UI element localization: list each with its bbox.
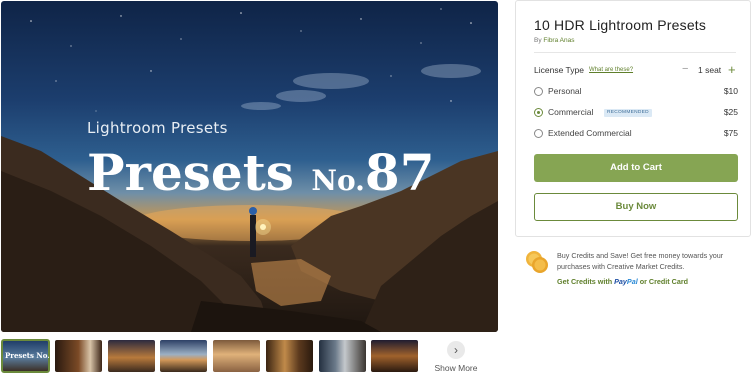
paypal-pal: Pal bbox=[626, 277, 638, 286]
get-credits-prefix: Get Credits with bbox=[557, 277, 613, 286]
get-credits-link[interactable]: Get Credits with PayPal or Credit Card bbox=[557, 277, 688, 286]
add-to-cart-button[interactable]: Add to Cart bbox=[534, 154, 738, 182]
license-option-extended-commercial[interactable]: Extended Commercial $75 bbox=[534, 127, 738, 141]
author-link[interactable]: Fibra Anas bbox=[543, 37, 574, 44]
thumbnail-4[interactable] bbox=[160, 340, 207, 372]
hero-title: Presets No.87 bbox=[87, 142, 435, 212]
seat-decrement-button[interactable]: − bbox=[682, 63, 688, 75]
product-byline: By Fibra Anas bbox=[534, 37, 574, 44]
license-option-price: $75 bbox=[723, 128, 738, 138]
show-more-label: Show More bbox=[434, 363, 478, 373]
credits-promo: Buy Credits and Save! Get free money tow… bbox=[525, 250, 751, 290]
paypal-logo: PayPal bbox=[614, 277, 638, 286]
radio-extended-commercial[interactable] bbox=[534, 129, 543, 138]
chevron-right-icon[interactable]: › bbox=[447, 341, 465, 359]
license-type-label: License Type bbox=[534, 65, 584, 75]
license-option-name: Extended Commercial bbox=[548, 128, 632, 138]
seat-count: 1 seat bbox=[698, 65, 722, 75]
buy-now-button[interactable]: Buy Now bbox=[534, 193, 738, 221]
radio-commercial[interactable] bbox=[534, 108, 543, 117]
license-option-price: $10 bbox=[723, 86, 738, 96]
recommended-badge: RECOMMENDED bbox=[604, 109, 652, 117]
seat-increment-button[interactable]: + bbox=[728, 62, 736, 77]
license-help-link[interactable]: What are these? bbox=[589, 67, 633, 73]
hero-title-main: Presets bbox=[87, 143, 294, 202]
thumbnail-1[interactable]: Presets No.87 bbox=[1, 339, 50, 373]
license-row: License Type What are these? − 1 seat + bbox=[534, 62, 738, 77]
thumbnail-3[interactable] bbox=[108, 340, 155, 372]
purchase-panel: 10 HDR Lightroom Presets By Fibra Anas L… bbox=[515, 0, 751, 237]
license-option-price: $25 bbox=[723, 107, 738, 117]
product-page: Lightroom Presets Presets No.87 Presets … bbox=[0, 0, 751, 375]
product-title: 10 HDR Lightroom Presets bbox=[534, 17, 707, 33]
hero-image[interactable]: Lightroom Presets Presets No.87 bbox=[1, 1, 498, 332]
radio-personal[interactable] bbox=[534, 87, 543, 96]
thumbnail-1-label: Presets No.87 bbox=[5, 351, 49, 360]
hero-subtitle: Lightroom Presets bbox=[87, 119, 228, 137]
coins-icon bbox=[526, 251, 548, 273]
credits-promo-text: Buy Credits and Save! Get free money tow… bbox=[557, 251, 724, 271]
license-option-personal[interactable]: Personal $10 bbox=[534, 85, 738, 99]
license-option-name: Commercial bbox=[548, 107, 594, 117]
show-more-button[interactable]: › Show More bbox=[432, 341, 480, 375]
license-option-commercial[interactable]: Commercial RECOMMENDED $25 bbox=[534, 106, 738, 120]
thumbnail-6[interactable] bbox=[266, 340, 313, 372]
thumbnail-5[interactable] bbox=[213, 340, 260, 372]
byline-prefix: By bbox=[534, 37, 542, 44]
thumbnail-2[interactable] bbox=[55, 340, 102, 372]
hero-title-no: No. bbox=[311, 164, 365, 197]
divider bbox=[534, 52, 736, 53]
get-credits-suffix: or Credit Card bbox=[639, 277, 689, 286]
hero-title-number: 87 bbox=[364, 143, 435, 202]
paypal-pay: Pay bbox=[614, 277, 627, 286]
thumbnail-8[interactable] bbox=[371, 340, 418, 372]
license-option-name: Personal bbox=[548, 86, 582, 96]
thumbnail-7[interactable] bbox=[319, 340, 366, 372]
